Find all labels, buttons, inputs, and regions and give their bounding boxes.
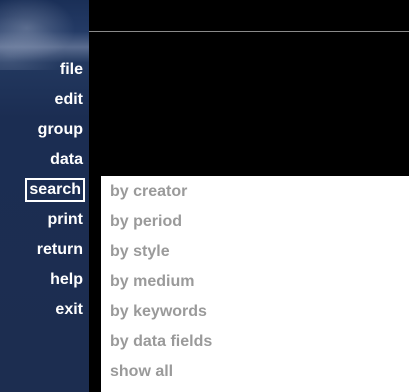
menu-item-print[interactable]: print [47,208,83,232]
menu-item-help[interactable]: help [50,268,83,292]
submenu-item-by-medium[interactable]: by medium [110,270,194,294]
menu-item-data[interactable]: data [50,148,83,172]
sidebar-menu: file edit group data search print return… [0,0,89,392]
submenu-item-by-creator[interactable]: by creator [110,180,187,204]
menu-item-edit[interactable]: edit [55,88,83,112]
menu-item-group[interactable]: group [38,118,83,142]
header-divider [89,31,409,32]
submenu-item-by-style[interactable]: by style [110,240,170,264]
submenu-item-show-all[interactable]: show all [110,360,173,384]
menu-item-search[interactable]: search [25,178,85,202]
submenu-item-by-keywords[interactable]: by keywords [110,300,207,324]
menu-item-return[interactable]: return [37,238,83,262]
search-submenu: by creator by period by style by medium … [101,176,409,392]
submenu-item-by-data-fields[interactable]: by data fields [110,330,212,354]
submenu-item-by-period[interactable]: by period [110,210,182,234]
menu-item-file[interactable]: file [60,58,83,82]
menu-item-exit[interactable]: exit [55,298,83,322]
